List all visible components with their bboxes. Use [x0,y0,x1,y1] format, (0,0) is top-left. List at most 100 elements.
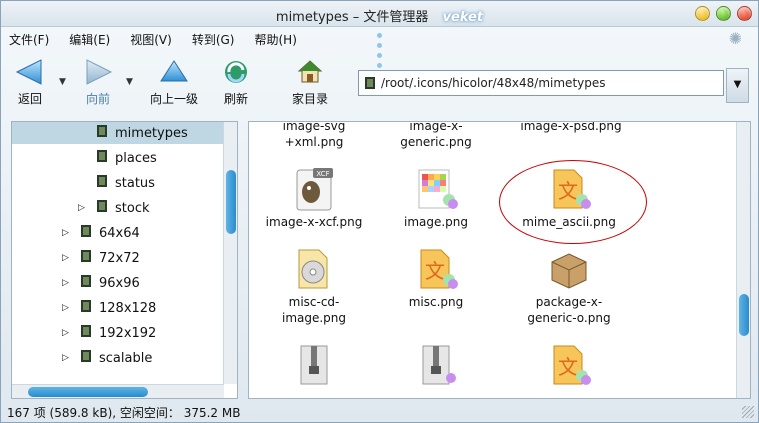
back-history-dropdown-icon[interactable]: ▼ [59,77,66,87]
file-item[interactable] [254,340,374,390]
tree-item-64x64[interactable]: ▷ 64x64 [62,222,140,244]
back-button[interactable]: 返回 [9,57,51,107]
refresh-button[interactable]: 刷新 [218,57,254,107]
tree-item-label: 192x192 [99,325,157,341]
file-item[interactable]: package-x- generic-o.png [499,244,639,326]
tree-item-label: 128x128 [99,300,157,316]
file-name: image-x-psd.png [520,121,622,133]
tree-item-places[interactable]: places [96,147,157,169]
svg-text:文: 文 [558,355,578,379]
expand-arrow-icon[interactable]: ▷ [62,253,74,263]
resize-grip-icon[interactable] [742,406,754,418]
expand-arrow-icon[interactable]: ▷ [62,228,74,238]
file-item[interactable]: 文 [499,340,639,390]
back-arrow-icon [9,57,51,87]
tree-item-stock[interactable]: ▷ stock [78,197,150,219]
folder-icon [80,299,92,317]
tree-item-label: scalable [99,350,153,366]
scrollbar-thumb[interactable] [28,387,148,397]
location-input[interactable]: /root/.icons/hicolor/48x48/mimetypes [358,70,724,96]
expand-arrow-icon[interactable]: ▷ [62,278,74,288]
tree-item-72x72[interactable]: ▷ 72x72 [62,247,140,269]
refresh-icon [218,57,254,87]
file-name: package-x- generic-o.png [527,295,611,325]
up-button[interactable]: 向上一级 [146,57,202,107]
file-name: image-x-xcf.png [265,215,363,229]
refresh-label: 刷新 [223,92,248,106]
forward-label: 向前 [85,92,110,106]
file-name: misc-cd- image.png [281,295,347,325]
file-item[interactable]: image-svg +xml.png [254,122,374,150]
folder-icon [96,199,108,217]
file-name: image.png [403,215,469,229]
tree-item-mimetypes[interactable]: mimetypes [12,122,224,144]
menu-file[interactable]: 文件(F) [9,29,49,49]
forward-button[interactable]: 向前 [77,57,119,107]
tree-item-label: status [115,175,155,191]
close-button[interactable] [737,6,752,21]
archive-zip-icon [376,340,496,390]
file-name: image-x- generic.png [400,121,472,149]
location-path: /root/.icons/hicolor/48x48/mimetypes [381,76,606,90]
tree-item-status[interactable]: status [96,172,155,194]
tree-item-192x192[interactable]: ▷ 192x192 [62,322,156,344]
minimize-button[interactable] [695,6,710,21]
tree-item-label: stock [115,200,150,216]
file-item[interactable] [376,340,496,390]
tree-item-128x128[interactable]: ▷ 128x128 [62,297,156,319]
image-file-icon [376,164,496,214]
menu-go[interactable]: 转到(G) [192,29,235,49]
folder-icon [96,149,108,167]
folder-icon [80,249,92,267]
folder-icon [96,174,108,192]
file-item[interactable]: image.png [376,164,496,230]
annotation-ring [499,160,647,244]
menu-help[interactable]: 帮助(H) [254,29,296,49]
status-bar: 167 项 (589.8 kB), 空闲空间： 375.2 MB [7,406,241,420]
home-button[interactable]: 家目录 [287,57,333,107]
file-name: misc.png [408,295,464,309]
tree-horizontal-scrollbar[interactable] [12,384,224,398]
tree-vertical-scrollbar[interactable] [223,122,237,384]
svg-text:XCF: XCF [316,170,329,178]
svg-text:文: 文 [425,259,445,283]
up-arrow-icon [146,57,202,87]
expand-arrow-icon[interactable]: ▷ [62,303,74,313]
file-item[interactable]: misc-cd- image.png [254,244,374,326]
folder-icon [80,224,92,242]
text-document-icon: 文 [376,244,496,294]
file-item[interactable]: image-x-psd.png [506,121,636,134]
location-dropdown-button[interactable]: ▼ [726,68,749,103]
tree-item-96x96[interactable]: ▷ 96x96 [62,272,140,294]
window-title-text: mimetypes – 文件管理器 [275,10,429,25]
scrollbar-thumb[interactable] [226,170,236,234]
title-bar[interactable]: mimetypes – 文件管理器 veket [1,1,758,27]
folder-icon [364,76,376,93]
files-vertical-scrollbar[interactable] [736,122,750,398]
menu-view[interactable]: 视图(V) [130,29,172,49]
folder-tree: mimetypes places status ▷ stock ▷ 64x64 … [11,121,238,399]
forward-arrow-icon [77,57,119,87]
file-item[interactable]: image-x- generic.png [376,121,496,150]
file-item[interactable]: XCF image-x-xcf.png [254,164,374,230]
folder-icon [96,124,108,142]
menu-bar: 文件(F) 编辑(E) 视图(V) 转到(G) 帮助(H) [9,29,297,49]
text-document-icon: 文 [499,340,639,390]
maximize-button[interactable] [716,6,731,21]
expand-arrow-icon[interactable]: ▷ [62,328,74,338]
folder-icon [80,324,92,342]
brand-logo: veket [442,10,484,25]
expand-arrow-icon[interactable]: ▷ [78,203,90,213]
window-title: mimetypes – 文件管理器 veket [1,6,758,25]
tree-item-label: mimetypes [115,125,188,141]
window-controls [695,6,752,21]
menu-edit[interactable]: 编辑(E) [69,29,110,49]
file-item[interactable]: 文 misc.png [376,244,496,310]
scrollbar-thumb[interactable] [739,294,749,336]
up-label: 向上一级 [149,92,198,106]
tree-item-scalable[interactable]: ▷ scalable [62,347,152,369]
forward-history-dropdown-icon[interactable]: ▼ [126,77,133,87]
folder-icon [80,349,92,367]
folder-icon [80,274,92,292]
expand-arrow-icon[interactable]: ▷ [62,353,74,363]
